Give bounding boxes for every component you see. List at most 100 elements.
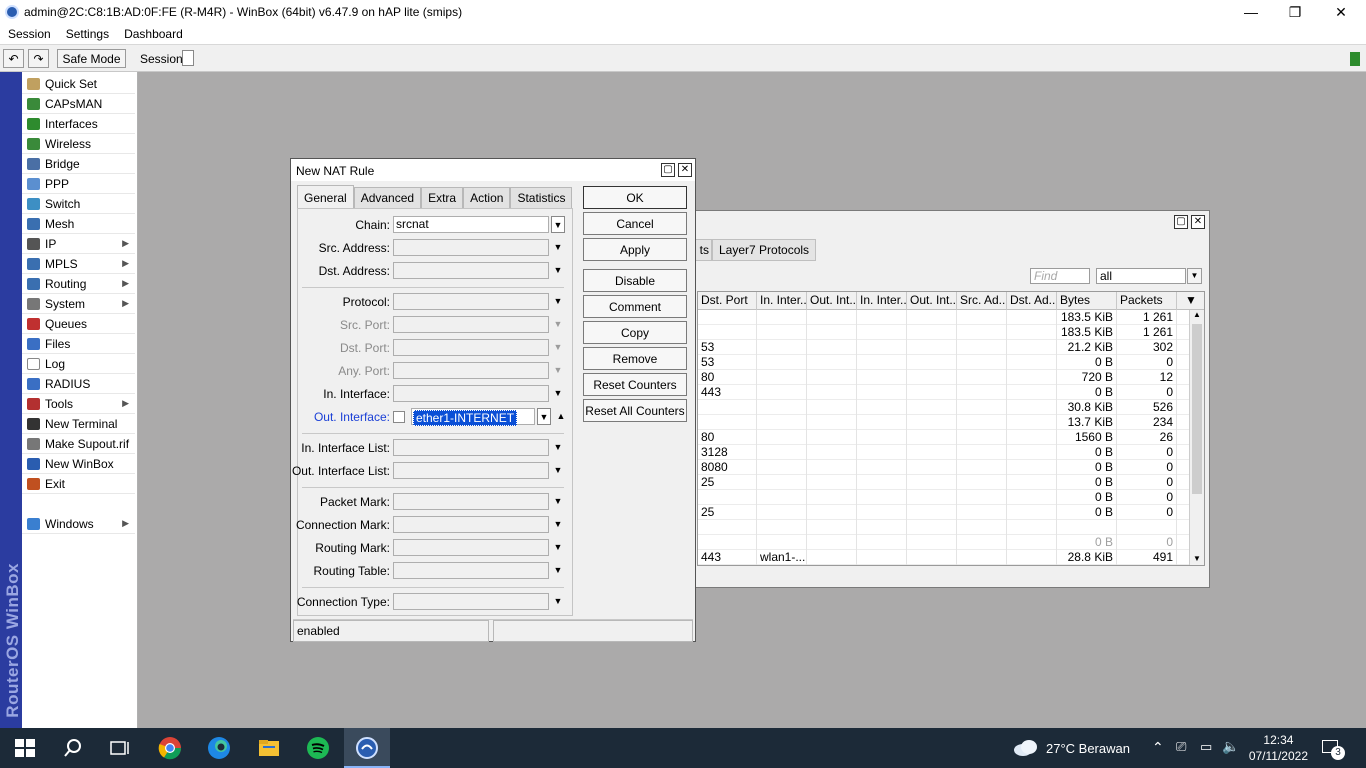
table-row[interactable]: 80 720 B 12 (698, 370, 1190, 385)
reset-counters-button[interactable]: Reset Counters (583, 373, 687, 396)
minimize-button[interactable]: — (1228, 0, 1274, 24)
dst-address-field[interactable] (393, 262, 549, 279)
clock[interactable]: 12:34 07/11/2022 (1249, 732, 1308, 764)
edge-icon[interactable] (207, 736, 231, 760)
connection-type-dropdown-icon[interactable]: ▼ (551, 593, 565, 610)
chain-field[interactable]: srcnat (393, 216, 549, 233)
sidebar-item-new-winbox[interactable]: New WinBox (22, 454, 135, 474)
menu-settings[interactable]: Settings (66, 27, 109, 41)
notification-icon[interactable]: 3 (1322, 738, 1345, 760)
column-chooser-icon[interactable]: ▼ (1177, 292, 1204, 310)
sidebar-item-wireless[interactable]: Wireless (22, 134, 135, 154)
sidebar-item-mpls[interactable]: MPLS ▶ (22, 254, 135, 274)
protocol-dropdown-icon[interactable]: ▼ (551, 293, 565, 310)
apply-button[interactable]: Apply (583, 238, 687, 261)
tab-extra[interactable]: Extra (421, 187, 464, 209)
routing-mark-field[interactable] (393, 539, 549, 556)
search-icon[interactable] (61, 736, 85, 760)
safe-mode-button[interactable]: Safe Mode (57, 49, 126, 68)
table-row[interactable]: 8080 0 B0 (698, 460, 1190, 475)
dst-address-dropdown-icon[interactable]: ▼ (551, 262, 565, 279)
sidebar-item-radius[interactable]: RADIUS (22, 374, 135, 394)
sidebar-item-tools[interactable]: Tools ▶ (22, 394, 135, 414)
windows-start-icon[interactable] (13, 736, 37, 760)
session-field[interactable] (182, 50, 194, 66)
sidebar-item-interfaces[interactable]: Interfaces (22, 114, 135, 134)
scroll-up-icon[interactable]: ▲ (1193, 310, 1201, 319)
close-button[interactable]: ✕ (1318, 0, 1364, 24)
col-src-address[interactable]: Src. Ad... (957, 292, 1007, 310)
winbox-taskbar-button[interactable] (344, 728, 390, 768)
table-row[interactable]: 30.8 KiB 526 (698, 400, 1190, 415)
col-out-interface[interactable]: Out. Int... (807, 292, 857, 310)
connection-mark-dropdown-icon[interactable]: ▼ (551, 516, 565, 533)
task-view-icon[interactable] (108, 736, 132, 760)
sidebar-item-bridge[interactable]: Bridge (22, 154, 135, 174)
redo-button[interactable]: ↷ (28, 49, 49, 68)
sidebar-item-ppp[interactable]: PPP (22, 174, 135, 194)
table-row[interactable]: 183.5 KiB 1 261 (698, 325, 1190, 340)
table-row[interactable]: 443 0 B0 (698, 385, 1190, 400)
table-row[interactable]: 0 B0 (698, 535, 1190, 550)
tab-general[interactable]: General (297, 185, 354, 209)
sidebar-item-mesh[interactable]: Mesh (22, 214, 135, 234)
sidebar-item-quick-set[interactable]: Quick Set (22, 74, 135, 94)
scrollbar-thumb[interactable] (1192, 324, 1202, 494)
in-interface-list-field[interactable] (393, 439, 549, 456)
table-row[interactable]: 0 B0 (698, 490, 1190, 505)
close-window-button[interactable]: ✕ (1191, 215, 1205, 229)
remove-button[interactable]: Remove (583, 347, 687, 370)
table-row[interactable]: 25 0 B0 (698, 475, 1190, 490)
chevron-up-icon[interactable]: ⌃ (1152, 739, 1164, 756)
out-interface-field[interactable]: ether1-INTERNET (411, 408, 535, 426)
protocol-field[interactable] (393, 293, 549, 310)
file-explorer-icon[interactable] (257, 736, 281, 760)
comment-button[interactable]: Comment (583, 295, 687, 318)
col-in-interface[interactable]: In. Inter... (757, 292, 807, 310)
sidebar-item-exit[interactable]: Exit (22, 474, 135, 494)
src-address-dropdown-icon[interactable]: ▼ (551, 239, 565, 256)
monitor-icon[interactable]: ▭ (1200, 739, 1212, 755)
sidebar-item-log[interactable]: Log (22, 354, 135, 374)
col-bytes[interactable]: Bytes (1057, 292, 1117, 310)
out-interface-dropdown-icon[interactable]: ▼ (537, 408, 551, 425)
cancel-button[interactable]: Cancel (583, 212, 687, 235)
sidebar-item-routing[interactable]: Routing ▶ (22, 274, 135, 294)
table-row[interactable]: 13.7 KiB 234 (698, 415, 1190, 430)
table-row[interactable]: 80 1560 B 26 (698, 430, 1190, 445)
menu-dashboard[interactable]: Dashboard (124, 27, 183, 41)
maximize-dialog-button[interactable]: ▢ (661, 163, 675, 177)
chrome-icon[interactable] (158, 736, 182, 760)
in-interface-dropdown-icon[interactable]: ▼ (551, 385, 565, 402)
sidebar-item-new-terminal[interactable]: New Terminal (22, 414, 135, 434)
filter-select[interactable]: all (1096, 268, 1186, 284)
col-out-interface-list[interactable]: Out. Int... (907, 292, 957, 310)
routing-table-dropdown-icon[interactable]: ▼ (551, 562, 565, 579)
spotify-icon[interactable] (306, 736, 330, 760)
tab-layer7-protocols[interactable]: Layer7 Protocols (712, 239, 817, 261)
connection-type-field[interactable] (393, 593, 549, 610)
table-row[interactable]: 53 0 B0 (698, 355, 1190, 370)
menu-session[interactable]: Session (8, 27, 51, 41)
restore-button[interactable]: ❐ (1272, 0, 1318, 24)
tab-action[interactable]: Action (463, 187, 511, 209)
sidebar-item-switch[interactable]: Switch (22, 194, 135, 214)
chain-dropdown-icon[interactable]: ▼ (551, 216, 565, 233)
sidebar-item-ip[interactable]: IP ▶ (22, 234, 135, 254)
connection-mark-field[interactable] (393, 516, 549, 533)
disable-button[interactable]: Disable (583, 269, 687, 292)
table-row[interactable] (698, 520, 1190, 535)
sidebar-item-files[interactable]: Files (22, 334, 135, 354)
sidebar-item-windows[interactable]: Windows ▶ (22, 514, 135, 534)
in-interface-list-dropdown-icon[interactable]: ▼ (551, 439, 565, 456)
find-input[interactable]: Find (1030, 268, 1090, 284)
sidebar-item-queues[interactable]: Queues (22, 314, 135, 334)
packet-mark-dropdown-icon[interactable]: ▼ (551, 493, 565, 510)
copy-button[interactable]: Copy (583, 321, 687, 344)
table-row[interactable]: 443 wlan1-... 28.8 KiB 491 (698, 550, 1190, 565)
src-address-field[interactable] (393, 239, 549, 256)
sidebar-item-capsman[interactable]: CAPsMAN (22, 94, 135, 114)
volume-icon[interactable]: 🔈 (1222, 738, 1239, 755)
routing-mark-dropdown-icon[interactable]: ▼ (551, 539, 565, 556)
undo-button[interactable]: ↶ (3, 49, 24, 68)
